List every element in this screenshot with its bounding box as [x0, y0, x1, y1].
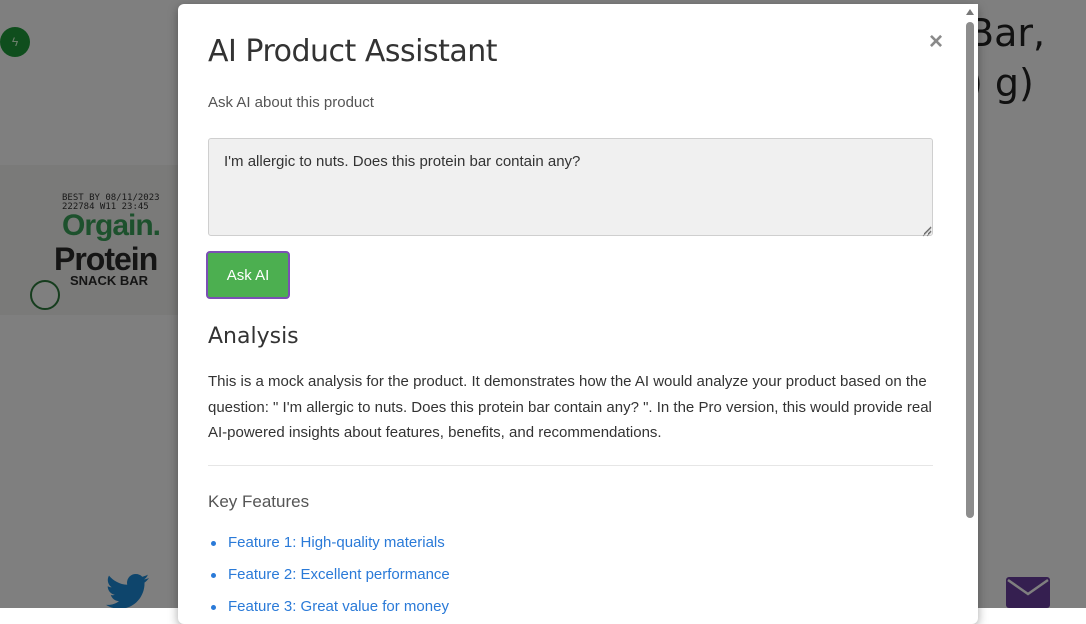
feature-link[interactable]: Feature 3: Great value for money [228, 598, 449, 615]
list-item: Feature 1: High-quality materials [208, 528, 450, 560]
analysis-text: This is a mock analysis for the product.… [208, 373, 932, 441]
feature-link[interactable]: Feature 2: Excellent performance [228, 566, 450, 583]
modal-title: AI Product Assistant [208, 34, 498, 69]
list-item: Feature 3: Great value for money [208, 592, 450, 624]
scroll-up-arrow-icon[interactable] [966, 9, 974, 15]
analysis-heading: Analysis [208, 324, 299, 349]
ask-ai-button[interactable]: Ask AI [206, 251, 290, 299]
key-features-heading: Key Features [208, 492, 310, 511]
feature-link[interactable]: Feature 1: High-quality materials [228, 534, 445, 551]
key-features-list: Feature 1: High-quality materials Featur… [208, 528, 450, 624]
question-textarea[interactable]: I'm allergic to nuts. Does this protein … [208, 138, 933, 236]
modal-scrollbar[interactable] [962, 4, 978, 608]
close-button[interactable]: × [922, 30, 950, 58]
modal-subtitle: Ask AI about this product [208, 94, 374, 111]
scroll-thumb[interactable] [966, 22, 974, 518]
list-item: Feature 2: Excellent performance [208, 560, 450, 592]
divider [208, 465, 933, 466]
ai-assistant-modal: AI Product Assistant × Ask AI about this… [178, 4, 978, 624]
